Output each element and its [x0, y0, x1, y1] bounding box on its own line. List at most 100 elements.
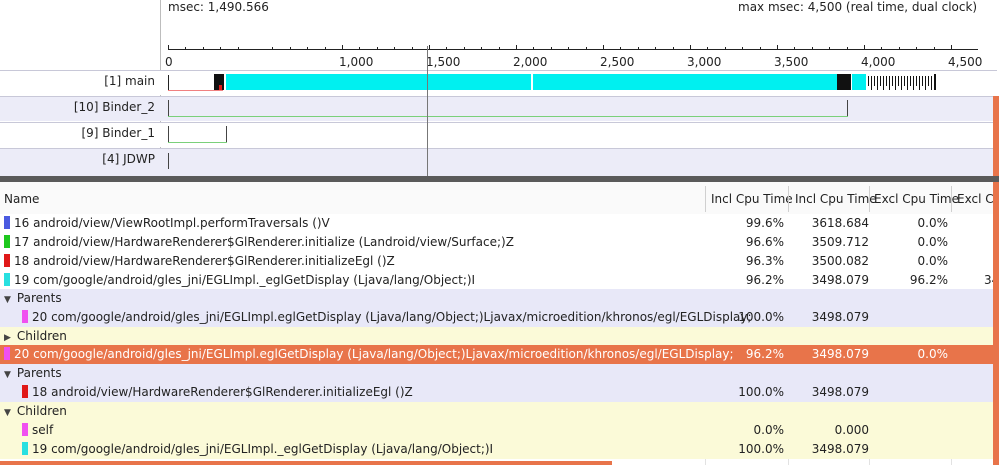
thread-end-marker	[934, 74, 936, 90]
row-name: 20 com/google/android/gles_jni/EGLImpl.e…	[4, 347, 734, 361]
table-child-row[interactable]: self 0.0% 0.000	[0, 421, 999, 440]
axis-minor-tick	[394, 47, 396, 50]
column-header-name[interactable]: Name	[4, 192, 39, 206]
axis-major-tick	[603, 45, 604, 50]
method-call-tick	[928, 76, 929, 86]
table-row[interactable]: 17 android/view/HardwareRenderer$GlRende…	[0, 233, 999, 252]
table-row[interactable]: 16 android/view/ViewRootImpl.performTrav…	[0, 214, 999, 233]
row-separator	[0, 122, 997, 123]
incl-cpu-pct-cell: 96.2%	[745, 347, 784, 361]
expanded-triangle-icon[interactable]: ▼	[4, 370, 11, 380]
excl-cpu-pct-cell: 0.0%	[917, 254, 949, 268]
excl-cpu-pct-cell: 0.0%	[917, 216, 949, 230]
column-separator[interactable]	[705, 186, 706, 212]
column-header-incl-cpu[interactable]: Incl Cpu Time	[795, 192, 877, 206]
row-name: ▼ Children	[4, 404, 67, 418]
axis-minor-tick	[359, 47, 361, 50]
axis-minor-tick	[533, 47, 535, 50]
row-name: 17 android/view/HardwareRenderer$GlRende…	[4, 235, 514, 249]
row-separator	[0, 148, 997, 149]
thread-end-marker	[847, 100, 848, 116]
collapsed-triangle-icon[interactable]: ▶	[4, 333, 11, 343]
axis-minor-tick	[707, 47, 709, 50]
method-call-tick	[901, 76, 902, 90]
row-name: 19 com/google/android/gles_jni/EGLImpl._…	[22, 442, 493, 456]
row-name-text: 18 android/view/HardwareRenderer$GlRende…	[32, 385, 413, 399]
incl-cpu-cell: 3498.079	[811, 310, 869, 324]
thread-row-binder-1[interactable]: [9] Binder_1	[0, 122, 997, 147]
method-call-tick	[880, 76, 881, 86]
axis-minor-tick	[881, 47, 883, 50]
axis-minor-tick	[376, 47, 378, 50]
table-group-row[interactable]: ▼ Parents	[0, 364, 999, 383]
row-name-text: 19 com/google/android/gles_jni/EGLImpl._…	[32, 442, 494, 456]
timeline-panel[interactable]: msec: 1,490.566 max msec: 4,500 (real ti…	[0, 0, 999, 178]
horizontal-scrollbar[interactable]	[0, 461, 612, 465]
timeline-scroll-indicator[interactable]	[993, 96, 999, 176]
axis-major-tick	[168, 45, 169, 50]
axis-major-tick	[429, 45, 430, 50]
time-cursor[interactable]	[427, 46, 428, 176]
axis-minor-tick	[463, 47, 465, 50]
table-group-row[interactable]: ▶ Children	[0, 327, 999, 346]
axis-tick-label: 4,500	[948, 55, 983, 69]
column-separator[interactable]	[951, 186, 952, 212]
table-row[interactable]: 19 com/google/android/gles_jni/EGLImpl._…	[0, 271, 999, 290]
axis-minor-tick	[481, 47, 483, 50]
expanded-triangle-icon[interactable]: ▼	[4, 408, 11, 418]
axis-major-tick	[951, 45, 952, 50]
axis-minor-tick	[637, 47, 639, 50]
method-call-segment	[837, 74, 851, 90]
axis-minor-tick	[237, 47, 239, 50]
column-header-incl-cpu-pct[interactable]: Incl Cpu Time	[711, 192, 793, 206]
axis-tick-label: 0	[165, 55, 173, 69]
method-color-swatch	[22, 442, 28, 455]
axis-major-tick	[864, 45, 865, 50]
expanded-triangle-icon[interactable]: ▼	[4, 295, 11, 305]
axis-minor-tick	[202, 47, 204, 50]
profile-table[interactable]: Name Incl Cpu Time Incl Cpu Time Excl Cp…	[0, 182, 999, 465]
excl-cpu-pct-cell: 0.0%	[917, 235, 949, 249]
table-row-selected[interactable]: 20 com/google/android/gles_jni/EGLImpl.e…	[0, 345, 999, 364]
thread-label: [10] Binder_2	[73, 100, 155, 114]
cursor-msec-readout: msec: 1,490.566	[168, 0, 269, 14]
table-group-row[interactable]: ▼ Parents	[0, 289, 999, 308]
thread-row-jdwp[interactable]: [4] JDWP	[0, 148, 997, 176]
vertical-scrollbar[interactable]	[993, 182, 999, 465]
table-child-row[interactable]: 18 android/view/HardwareRenderer$GlRende…	[0, 383, 999, 402]
method-color-swatch	[4, 235, 10, 248]
axis-tick-label: 1,000	[339, 55, 374, 69]
axis-tick-label: 3,500	[774, 55, 809, 69]
axis-minor-tick	[898, 47, 900, 50]
axis-minor-tick	[672, 47, 674, 50]
incl-cpu-pct-cell: 100.0%	[738, 442, 784, 456]
thread-start-marker	[168, 100, 169, 116]
incl-cpu-pct-cell: 96.6%	[745, 235, 784, 249]
column-header-excl-cpu-pct[interactable]: Excl Cpu Time	[874, 192, 959, 206]
method-call-tick	[898, 76, 899, 86]
column-separator[interactable]	[869, 186, 870, 212]
axis-minor-tick	[550, 47, 552, 50]
incl-cpu-cell: 3498.079	[811, 442, 869, 456]
table-group-row[interactable]: ▼ Children	[0, 402, 999, 421]
row-name-text: Parents	[16, 291, 62, 305]
thread-start-marker	[168, 126, 169, 142]
method-call-tick	[925, 76, 926, 90]
table-row[interactable]: 18 android/view/HardwareRenderer$GlRende…	[0, 252, 999, 271]
row-name-text: 16 android/view/ViewRootImpl.performTrav…	[14, 216, 330, 230]
axis-minor-tick	[846, 47, 848, 50]
row-name: 19 com/google/android/gles_jni/EGLImpl._…	[4, 273, 475, 287]
method-call-tick	[907, 76, 908, 90]
eglgetdisplay-segment	[226, 74, 531, 90]
incl-cpu-cell: 0.000	[834, 423, 869, 437]
column-separator[interactable]	[788, 186, 789, 212]
method-call-tick	[889, 76, 890, 90]
table-child-row[interactable]: 20 com/google/android/gles_jni/EGLImpl.e…	[0, 308, 999, 327]
axis-tick-label: 4,000	[861, 55, 896, 69]
incl-cpu-pct-cell: 100.0%	[738, 385, 784, 399]
axis-minor-tick	[620, 47, 622, 50]
axis-minor-tick	[742, 47, 744, 50]
table-child-row[interactable]: 19 com/google/android/gles_jni/EGLImpl._…	[0, 440, 999, 459]
axis-minor-tick	[446, 47, 448, 50]
axis-minor-tick	[759, 47, 761, 50]
